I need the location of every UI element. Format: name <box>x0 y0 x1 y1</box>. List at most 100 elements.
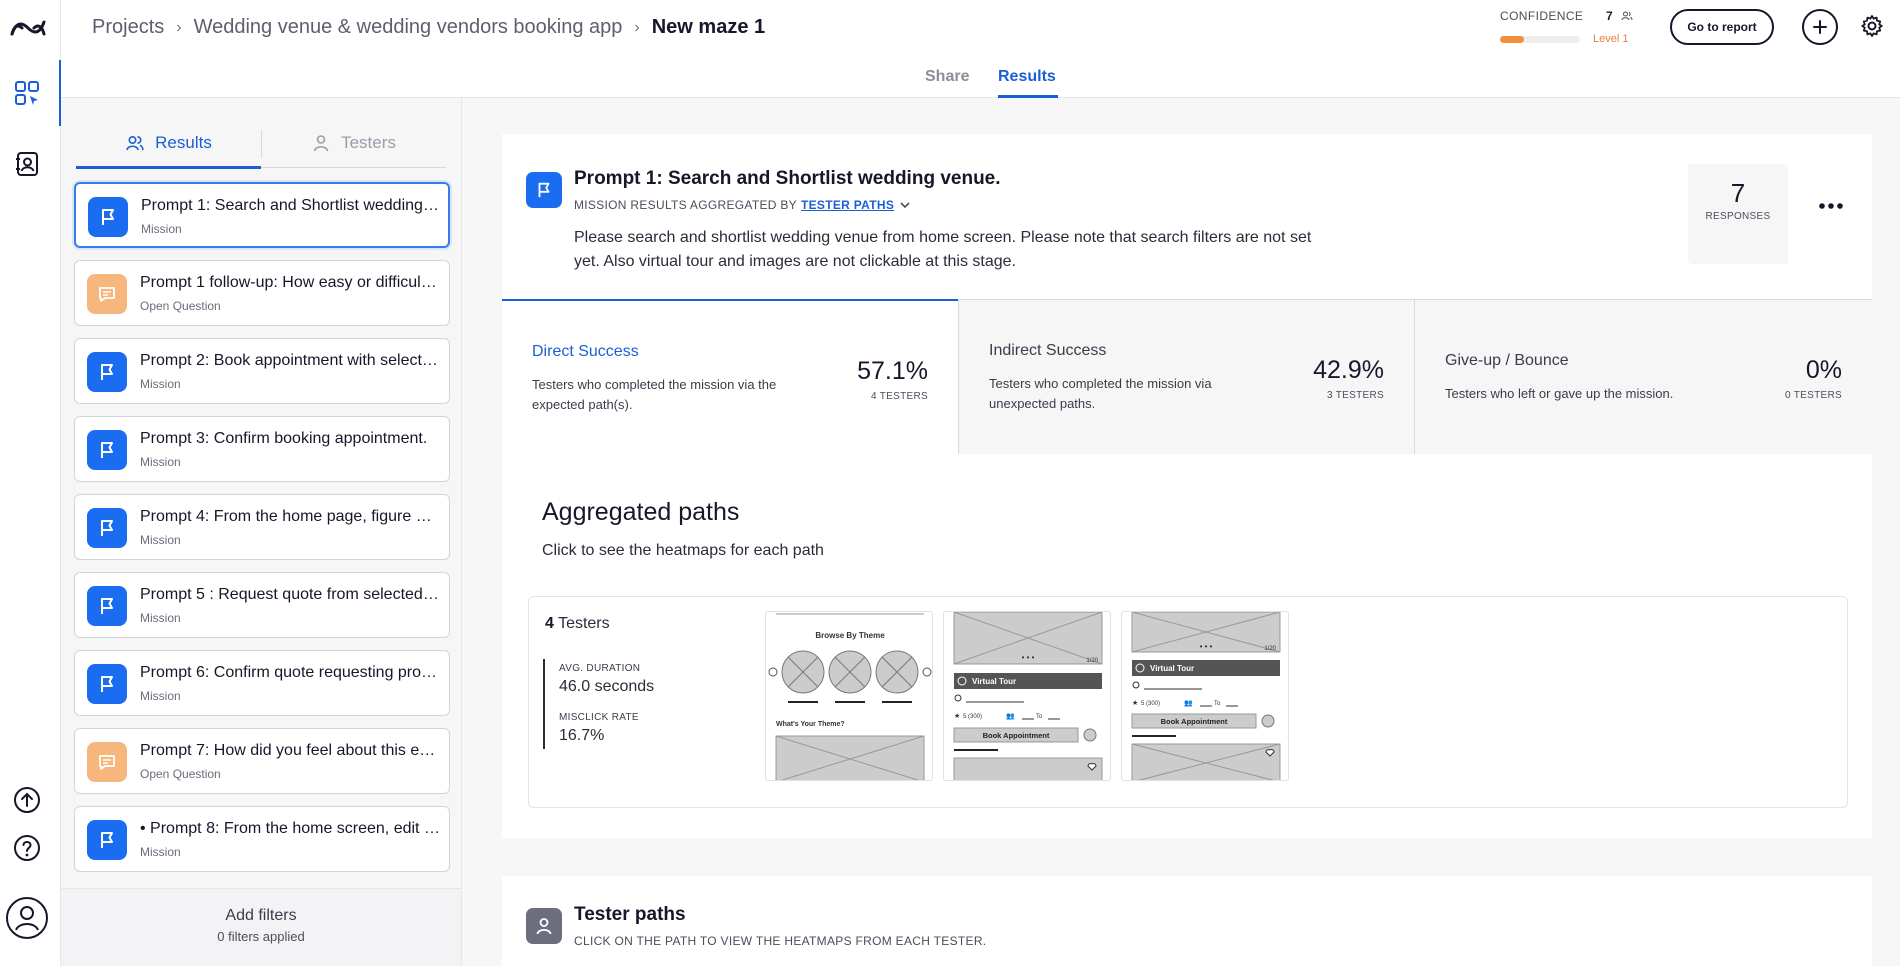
chevron-down-icon[interactable] <box>898 198 912 212</box>
path-tester-count: 4 Testers <box>545 615 610 633</box>
metric-give-up-bounce[interactable]: Give-up / Bounce Testers who left or gav… <box>1414 299 1872 454</box>
mission-flag-icon <box>526 172 562 208</box>
aggregated-by-label: MISSION RESULTS AGGREGATED BY <box>574 198 797 212</box>
prompt-type: Mission <box>140 377 181 391</box>
mission-flag-icon <box>87 664 127 704</box>
metric-name: Give-up / Bounce <box>1445 352 1569 369</box>
virtual-tour-text: Virtual Tour <box>1150 664 1194 673</box>
speech-bubble-icon <box>87 742 127 782</box>
metric-testers: 3 TESTERS <box>1327 390 1384 401</box>
svg-text:★: ★ <box>1132 699 1138 707</box>
sidebar-tabs: Results Testers <box>76 118 446 170</box>
blocks-sidebar: Results Testers Prompt 1: Search and Sho… <box>61 98 462 966</box>
svg-text:👥: 👥 <box>1006 713 1015 720</box>
upload-arrow-icon[interactable] <box>12 785 42 815</box>
prompt-item-2[interactable]: Prompt 1 follow-up: How easy or difficul… <box>74 260 450 326</box>
svg-text:• • •: • • • <box>1200 642 1213 651</box>
breadcrumb: Projects › Wedding venue & wedding vendo… <box>92 16 765 39</box>
whats-theme-text: What's Your Theme? <box>776 721 845 728</box>
tab-results[interactable]: Results <box>998 68 1056 86</box>
svg-text:👥: 👥 <box>1184 700 1193 707</box>
mission-flag-icon <box>87 352 127 392</box>
plus-icon <box>1813 20 1827 34</box>
path-screen-thumbnail[interactable]: • • • 1/20 Virtual Tour ★ 5 (300) 👥 To B… <box>943 611 1111 781</box>
prompt-item-5[interactable]: Prompt 4: From the home page, figure out… <box>74 494 450 560</box>
mission-result-card: Prompt 1: Search and Shortlist wedding v… <box>502 134 1872 838</box>
prompt-title: Prompt 6: Confirm quote requesting proce… <box>140 664 440 681</box>
confidence-bar <box>1500 36 1580 43</box>
help-question-icon[interactable] <box>12 833 42 863</box>
responses-count: 7 RESPONSES <box>1688 164 1788 264</box>
mission-description: Please search and shortlist wedding venu… <box>574 229 1312 270</box>
success-metrics: Direct Success Testers who completed the… <box>502 299 1872 454</box>
path-stats: AVG. DURATION 46.0 seconds MISCLICK RATE… <box>543 659 654 749</box>
prompt-item-3[interactable]: Prompt 2: Book appointment with selected… <box>74 338 450 404</box>
dashboard-grid-icon[interactable] <box>14 80 40 106</box>
sidebar-tab-testers[interactable]: Testers <box>261 118 446 168</box>
prompt-item-4[interactable]: Prompt 3: Confirm booking appointment. M… <box>74 416 450 482</box>
tabs-active-line <box>76 166 261 169</box>
book-appointment-text: Book Appointment <box>983 731 1050 740</box>
tester-count: 7 <box>1606 9 1613 23</box>
confidence-level: Level 1 <box>1593 33 1629 45</box>
add-filters-button[interactable]: Add filters <box>61 907 461 925</box>
page-count-text: 1/20 <box>1086 658 1098 664</box>
confidence-meter[interactable]: CONFIDENCE 7 Level 1 <box>1500 9 1640 49</box>
filters-applied-count: 0 filters applied <box>217 929 305 944</box>
results-main: Prompt 1: Search and Shortlist wedding v… <box>462 98 1900 966</box>
avg-duration-value: 46.0 seconds <box>559 678 655 695</box>
prompt-title: • Prompt 8: From the home screen, edit p… <box>140 820 440 837</box>
aggregated-path-row[interactable]: 4 Testers AVG. DURATION 46.0 seconds MIS… <box>528 596 1848 808</box>
prompt-type: Mission <box>140 689 181 703</box>
people-icon <box>1621 11 1633 21</box>
svg-text:• • •: • • • <box>1022 653 1035 662</box>
prompt-item-1[interactable]: Prompt 1: Search and Shortlist wedding v… <box>74 182 450 248</box>
person-icon <box>313 135 329 152</box>
left-rail <box>0 0 61 966</box>
prompt-item-9[interactable]: • Prompt 8: From the home screen, edit p… <box>74 806 450 872</box>
more-options-icon[interactable] <box>1818 202 1844 210</box>
path-screen-thumbnail[interactable]: Browse By Theme What's Your Theme? <box>765 611 933 781</box>
prompt-item-7[interactable]: Prompt 6: Confirm quote requesting proce… <box>74 650 450 716</box>
settings-gear-icon[interactable] <box>1860 14 1884 38</box>
contacts-book-icon[interactable] <box>13 150 41 178</box>
mission-flag-icon <box>87 430 127 470</box>
chevron-right-icon: › <box>176 18 182 36</box>
svg-text:★: ★ <box>954 712 960 720</box>
prompt-type: Mission <box>140 533 181 547</box>
prompt-type: Mission <box>140 611 181 625</box>
aggregated-paths-subheading: Click to see the heatmaps for each path <box>542 542 824 559</box>
confidence-label: CONFIDENCE <box>1500 9 1584 23</box>
filters-panel[interactable]: Add filters 0 filters applied <box>61 888 461 966</box>
aggregated-paths-heading: Aggregated paths <box>542 498 740 526</box>
prompt-item-6[interactable]: Prompt 5 : Request quote from selected v… <box>74 572 450 638</box>
rating-text: 5 (300) <box>963 714 982 720</box>
top-header: Projects › Wedding venue & wedding vendo… <box>61 0 1900 58</box>
breadcrumb-projects[interactable]: Projects <box>92 16 164 39</box>
go-to-report-button[interactable]: Go to report <box>1670 9 1774 45</box>
maze-logo-icon[interactable] <box>8 14 48 42</box>
tester-paths-link[interactable]: TESTER PATHS <box>801 198 894 212</box>
metric-description: Testers who left or gave up the mission. <box>1445 386 1674 401</box>
breadcrumb-current[interactable]: New maze 1 <box>652 16 765 39</box>
path-screen-thumbnail[interactable]: • • • 1/20 Virtual Tour ★ 5 (300) 👥 To B… <box>1121 611 1289 781</box>
sidebar-tab-results[interactable]: Results <box>76 118 261 168</box>
prompt-type: Mission <box>140 455 181 469</box>
user-avatar-icon[interactable] <box>5 896 49 940</box>
prompt-type: Open Question <box>140 767 221 781</box>
breadcrumb-project[interactable]: Wedding venue & wedding vendors booking … <box>194 16 623 39</box>
prompt-title: Prompt 3: Confirm booking appointment. <box>140 430 428 447</box>
prompt-title: Prompt 1: Search and Shortlist wedding v… <box>141 197 441 214</box>
metric-value: 0% <box>1805 356 1842 384</box>
prompt-item-8[interactable]: Prompt 7: How did you feel about this ex… <box>74 728 450 794</box>
mission-flag-icon <box>87 586 127 626</box>
aggregation-selector: MISSION RESULTS AGGREGATED BY TESTER PAT… <box>574 198 912 212</box>
sidebar-tab-results-label: Results <box>155 133 212 152</box>
page-count-text: 1/20 <box>1264 646 1276 652</box>
add-button[interactable] <box>1802 9 1838 45</box>
confidence-bar-fill <box>1500 36 1524 43</box>
tab-share[interactable]: Share <box>925 68 969 86</box>
metric-indirect-success[interactable]: Indirect Success Testers who completed t… <box>958 299 1414 454</box>
metric-direct-success[interactable]: Direct Success Testers who completed the… <box>502 299 958 454</box>
speech-bubble-icon <box>87 274 127 314</box>
